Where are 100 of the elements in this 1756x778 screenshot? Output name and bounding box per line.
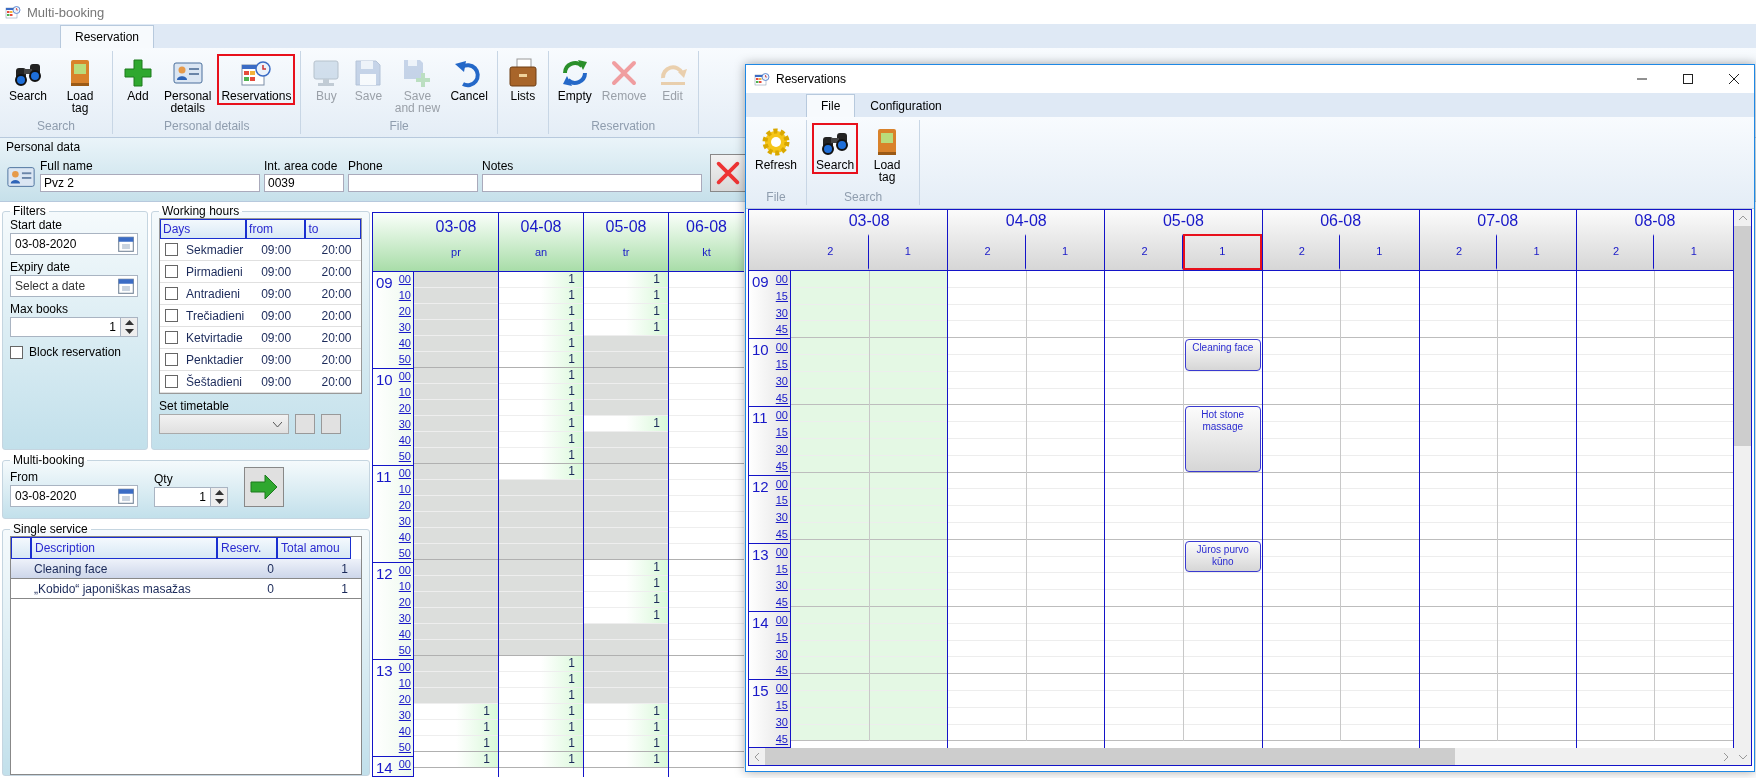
minute-link[interactable]: 30	[775, 509, 790, 526]
slot-count[interactable]: 1	[499, 304, 583, 320]
checkbox[interactable]	[165, 243, 178, 256]
delete-button[interactable]	[710, 154, 746, 192]
minute-link[interactable]: 40	[398, 530, 413, 546]
minute-link[interactable]: 00	[775, 611, 790, 629]
slot-count[interactable]: 1	[499, 272, 583, 288]
text-field[interactable]: Pvz 2	[40, 174, 260, 192]
checkbox[interactable]	[10, 345, 23, 359]
checkbox[interactable]	[165, 309, 178, 322]
minute-link[interactable]: 45	[775, 389, 790, 407]
date-field[interactable]: 03-08-2020	[10, 233, 138, 255]
minute-link[interactable]: 30	[775, 645, 790, 663]
minute-link[interactable]: 10	[398, 579, 413, 595]
resource-column[interactable]	[1105, 271, 1184, 742]
minute-link[interactable]: 30	[775, 713, 790, 731]
ribbon-button[interactable]: Search	[812, 123, 859, 174]
checkbox[interactable]	[165, 265, 178, 278]
slot-count[interactable]: 1	[499, 336, 583, 352]
slot-count[interactable]: 1	[584, 288, 668, 304]
minute-link[interactable]: 20	[398, 304, 413, 320]
slot-count[interactable]: 1	[584, 704, 668, 720]
minute-link[interactable]: 10	[398, 385, 413, 401]
go-button[interactable]	[244, 467, 284, 507]
minute-link[interactable]: 30	[398, 417, 413, 433]
minute-link[interactable]: 15	[775, 492, 790, 510]
ribbon-tab[interactable]: Configuration	[855, 94, 957, 117]
minute-link[interactable]: 15	[775, 628, 790, 646]
minute-link[interactable]: 30	[775, 440, 790, 458]
resource-column[interactable]	[791, 271, 870, 742]
minute-link[interactable]: 10	[398, 288, 413, 304]
minute-link[interactable]: 45	[775, 730, 790, 748]
slot-count[interactable]: 1	[499, 432, 583, 448]
slot-count[interactable]: 1	[499, 368, 583, 384]
ribbon-tab[interactable]: File	[806, 94, 856, 117]
minute-link[interactable]: 15	[775, 287, 790, 305]
resource-header[interactable]: 2	[1105, 234, 1183, 270]
minute-link[interactable]: 50	[398, 449, 413, 465]
slot-count[interactable]: 1	[584, 576, 668, 592]
slot-count[interactable]: 1	[584, 560, 668, 576]
minute-link[interactable]: 00	[398, 272, 413, 288]
minute-link[interactable]: 30	[398, 514, 413, 530]
slot-count[interactable]: 1	[499, 688, 583, 704]
ribbon-button[interactable]: Load tag	[860, 123, 915, 186]
slot-count[interactable]: 1	[414, 704, 498, 720]
minute-link[interactable]: 40	[398, 433, 413, 449]
minute-link[interactable]: 50	[398, 740, 413, 756]
vertical-scrollbar[interactable]	[1734, 210, 1751, 766]
resource-header[interactable]: 2	[1419, 234, 1498, 270]
minute-link[interactable]: 40	[398, 724, 413, 740]
ribbon-button[interactable]: Lists	[502, 54, 543, 105]
slot-count[interactable]: 1	[499, 384, 583, 400]
minute-link[interactable]: 30	[775, 577, 790, 595]
slot-count[interactable]: 1	[499, 352, 583, 368]
minute-link[interactable]: 10	[398, 676, 413, 692]
minute-link[interactable]: 00	[398, 563, 413, 579]
appointment[interactable]: Cleaning face	[1184, 339, 1261, 371]
minute-link[interactable]: 50	[398, 352, 413, 368]
ribbon-button[interactable]: Personal details	[160, 54, 216, 117]
slot-count[interactable]: 1	[584, 736, 668, 752]
minute-link[interactable]: 10	[398, 482, 413, 498]
ribbon-button[interactable]: Load tag	[53, 54, 108, 117]
minute-link[interactable]: 15	[775, 696, 790, 714]
slot-count[interactable]: 1	[499, 704, 583, 720]
slot-count[interactable]: 1	[584, 304, 668, 320]
minute-link[interactable]: 45	[775, 525, 790, 543]
resource-column[interactable]	[1262, 271, 1342, 742]
slot-count[interactable]: 1	[499, 736, 583, 752]
minute-link[interactable]: 00	[775, 271, 790, 288]
minute-link[interactable]: 30	[398, 708, 413, 724]
minute-link[interactable]: 45	[775, 457, 790, 475]
minute-link[interactable]: 00	[775, 339, 790, 356]
dropdown[interactable]	[159, 414, 289, 434]
minute-link[interactable]: 50	[398, 643, 413, 659]
minute-link[interactable]: 00	[775, 543, 790, 561]
ribbon-button[interactable]: Empty	[553, 54, 596, 105]
horizontal-scrollbar[interactable]	[749, 748, 1734, 766]
slot-count[interactable]: 1	[414, 720, 498, 736]
minute-link[interactable]: 00	[775, 407, 790, 425]
resource-column[interactable]	[869, 271, 948, 742]
minute-link[interactable]: 00	[398, 369, 413, 385]
resource-header[interactable]: 1	[868, 234, 948, 270]
text-field[interactable]: 0039	[264, 174, 344, 192]
resource-column[interactable]	[1576, 271, 1656, 742]
slot-count[interactable]: 1	[584, 416, 668, 432]
minute-link[interactable]: 50	[398, 546, 413, 562]
slot-count[interactable]: 1	[584, 592, 668, 608]
minute-link[interactable]: 30	[398, 320, 413, 336]
resource-header[interactable]: 2	[948, 234, 1026, 270]
ribbon-button[interactable]: Search	[5, 54, 52, 105]
checkbox[interactable]	[165, 331, 178, 344]
minute-link[interactable]: 15	[775, 424, 790, 441]
minute-link[interactable]: 45	[775, 321, 790, 339]
slot-count[interactable]: 1	[499, 672, 583, 688]
resource-header[interactable]: 1	[1654, 234, 1734, 270]
minute-link[interactable]: 20	[398, 498, 413, 514]
resource-header[interactable]: 1	[1182, 234, 1262, 270]
minute-link[interactable]: 20	[398, 595, 413, 611]
minute-link[interactable]: 30	[398, 611, 413, 627]
minute-link[interactable]: 45	[775, 662, 790, 680]
